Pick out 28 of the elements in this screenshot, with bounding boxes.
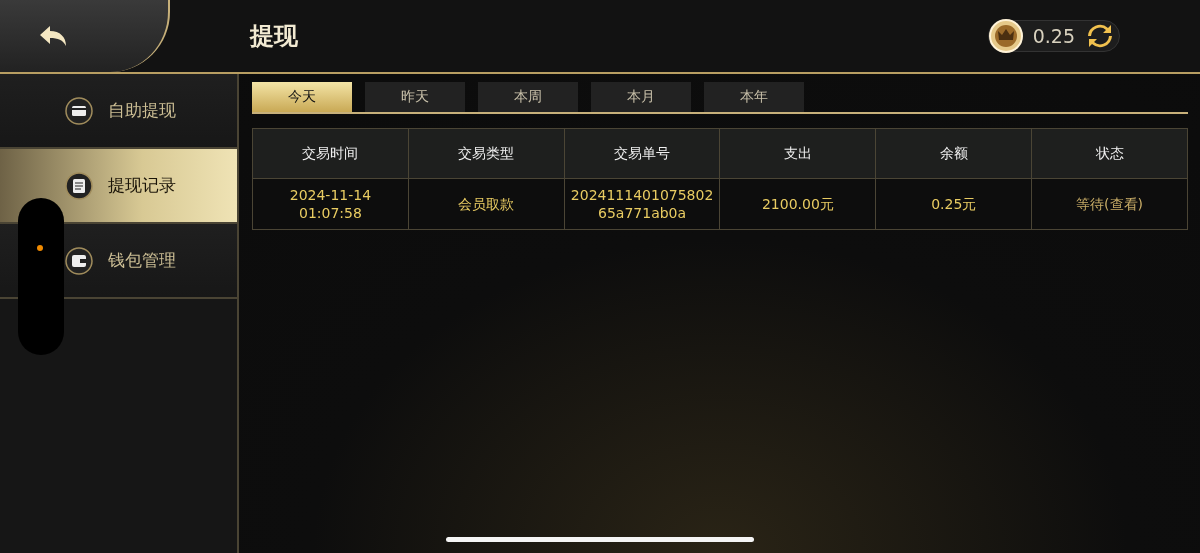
table-cell: 2024-11-14 01:07:58 <box>252 178 409 230</box>
column-header: 交易单号 <box>564 128 720 179</box>
table-cell: 2100.00元 <box>720 178 876 230</box>
column-header: 交易时间 <box>252 128 409 179</box>
indicator-dot <box>37 245 43 251</box>
date-tab[interactable]: 今天 <box>252 82 352 112</box>
table-cell: 0.25元 <box>875 178 1032 230</box>
balance-amount: 0.25 <box>1031 25 1076 47</box>
page-title: 提现 <box>250 21 299 52</box>
table-cell: 会员取款 <box>408 178 565 230</box>
date-tab[interactable]: 昨天 <box>365 82 465 112</box>
date-tab[interactable]: 本年 <box>704 82 804 112</box>
status-link[interactable]: 等待(查看) <box>1031 178 1188 230</box>
column-header: 交易类型 <box>408 128 565 179</box>
card-icon <box>64 95 94 126</box>
wallet-icon <box>64 245 94 276</box>
table-cell: 2024111401075802 65a771ab0a <box>564 178 720 230</box>
date-tab[interactable]: 本月 <box>591 82 691 112</box>
crown-coin-icon <box>988 19 1023 53</box>
document-icon <box>64 170 94 201</box>
column-header: 支出 <box>720 128 876 179</box>
sidebar-item[interactable]: 提现记录 <box>0 149 237 224</box>
sidebar-item[interactable]: 自助提现 <box>0 74 237 149</box>
refresh-icon[interactable] <box>1085 22 1115 50</box>
floating-handle[interactable] <box>18 198 64 355</box>
column-header: 状态 <box>1031 128 1188 179</box>
column-header: 余额 <box>875 128 1032 179</box>
date-tab[interactable]: 本周 <box>478 82 578 112</box>
